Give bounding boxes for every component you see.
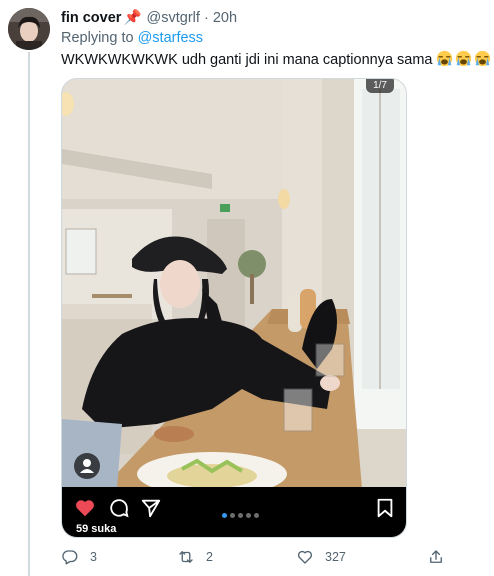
comment-icon[interactable]: [108, 497, 130, 519]
tweet-header: fin cover 📌 @svtgrlf · 20h: [61, 9, 237, 27]
tweet-media-image[interactable]: 1/7 59 suka: [61, 78, 407, 538]
retweet-count: 2: [206, 550, 213, 564]
crying-face-emoji-icon: [474, 50, 490, 67]
cafe-photo: [62, 79, 406, 489]
carousel-dot: [254, 513, 259, 518]
carousel-dot: [246, 513, 251, 518]
crying-face-emoji-icon: [436, 50, 452, 67]
avatar[interactable]: [8, 8, 50, 50]
reply-button[interactable]: 3: [61, 548, 97, 566]
crying-emoji-group: [436, 50, 494, 72]
instagram-action-bar: 59 suka: [62, 487, 406, 537]
tweet-body: WKWKWKWKWK udh ganti jdi ini mana captio…: [61, 52, 433, 68]
bookmark-icon[interactable]: [374, 497, 396, 519]
carousel-dot-active: [222, 513, 227, 518]
reply-count: 3: [90, 550, 97, 564]
replying-to: Replying to @starfess: [61, 29, 203, 47]
tagged-user-icon[interactable]: [74, 453, 100, 479]
like-button[interactable]: 327: [296, 548, 346, 566]
carousel-dot: [230, 513, 235, 518]
crying-face-emoji-icon: [455, 50, 471, 67]
avatar-image: [8, 8, 50, 50]
share-icon[interactable]: [140, 497, 162, 519]
retweet-button[interactable]: 2: [177, 548, 213, 566]
image-counter: 1/7: [366, 79, 394, 93]
tweet-time[interactable]: 20h: [213, 10, 237, 26]
reply-icon: [62, 550, 78, 565]
replying-mention-link[interactable]: @starfess: [138, 30, 203, 46]
heart-outline-icon: [297, 550, 313, 564]
carousel-dots: [222, 505, 262, 518]
replying-prefix: Replying to: [61, 30, 134, 46]
tweet-text: WKWKWKWKWK udh ganti jdi ini mana captio…: [61, 50, 494, 72]
tweet-actions: 3 2 327: [61, 548, 451, 568]
heart-icon[interactable]: [74, 497, 96, 519]
retweet-icon: [179, 551, 193, 563]
separator-dot: ·: [203, 10, 209, 26]
share-tweet-button[interactable]: [427, 548, 456, 566]
pushpin-icon: 📌: [123, 10, 142, 26]
likes-count: 59 suka: [76, 523, 117, 535]
author-handle[interactable]: @svtgrlf: [147, 10, 200, 26]
thread-line: [28, 52, 30, 576]
upload-share-icon: [430, 550, 442, 563]
carousel-dot: [238, 513, 243, 518]
like-count: 327: [325, 550, 346, 564]
author-name[interactable]: fin cover: [61, 10, 121, 26]
